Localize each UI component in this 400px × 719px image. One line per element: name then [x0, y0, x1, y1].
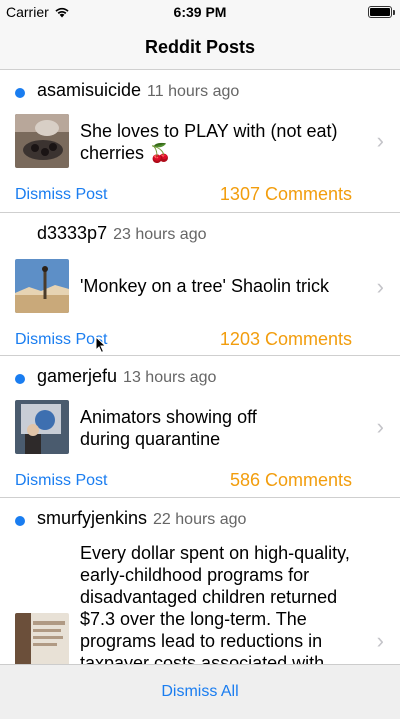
post-title: Animators showing off during quarantine	[80, 407, 257, 449]
post-time: 11 hours ago	[147, 83, 240, 100]
post-author: asamisuicide 11 hours ago	[37, 80, 239, 101]
post-thumbnail[interactable]	[15, 613, 69, 664]
post-cell[interactable]: gamerjefu 13 hours ago Animators showing …	[0, 356, 400, 498]
post-time: 22 hours ago	[153, 511, 247, 528]
chevron-right-icon: ›	[376, 128, 384, 153]
author-name: d3333p7	[37, 223, 108, 243]
thumbnail-image	[15, 259, 69, 313]
post-header: d3333p7 23 hours ago	[0, 213, 400, 257]
post-author: smurfyjenkins 22 hours ago	[37, 508, 246, 529]
bottom-toolbar: Dismiss All	[0, 664, 400, 719]
post-title: Every dollar spent on high-quality, earl…	[80, 543, 350, 664]
post-title: She loves to PLAY with (not eat) cherrie…	[80, 121, 338, 163]
thumbnail-image	[15, 613, 69, 664]
post-cell[interactable]: asamisuicide 11 hours ago She loves to PL…	[0, 70, 400, 213]
post-thumbnail[interactable]	[15, 114, 69, 168]
post-cell[interactable]: d3333p7 23 hours ago 'Monkey on a tree' S…	[0, 213, 400, 356]
dismiss-all-button[interactable]: Dismiss All	[0, 665, 400, 719]
thumbnail-image	[15, 400, 69, 454]
comments-count: 1307 Comments	[219, 184, 352, 204]
post-list[interactable]: asamisuicide 11 hours ago She loves to PL…	[0, 70, 400, 664]
status-time: 6:39 PM	[173, 4, 227, 20]
dismiss-post-button[interactable]: Dismiss Post	[15, 472, 107, 490]
author-name: asamisuicide	[37, 80, 142, 100]
mouse-cursor-icon	[95, 336, 107, 354]
dismiss-post-button[interactable]: Dismiss Post	[15, 331, 107, 349]
author-name: smurfyjenkins	[37, 508, 148, 528]
post-cell[interactable]: smurfyjenkins 22 hours ago Every dollar s…	[0, 498, 400, 664]
post-author: gamerjefu 13 hours ago	[37, 366, 216, 387]
post-header: asamisuicide 11 hours ago	[0, 70, 400, 114]
post-time: 13 hours ago	[123, 369, 217, 386]
post-thumbnail[interactable]	[15, 400, 69, 454]
unread-dot	[15, 374, 25, 384]
comments-count: 1203 Comments	[219, 329, 352, 349]
post-thumbnail[interactable]	[15, 259, 69, 313]
page-title: Reddit Posts	[144, 37, 255, 57]
comments-count: 586 Comments	[229, 470, 352, 490]
chevron-right-icon: ›	[376, 274, 384, 299]
unread-dot	[15, 516, 25, 526]
thumbnail-image	[15, 114, 69, 168]
post-header: gamerjefu 13 hours ago	[0, 356, 400, 400]
status-bar: Carrier 6:39 PM	[0, 0, 400, 24]
post-author: d3333p7 23 hours ago	[37, 223, 206, 244]
chevron-right-icon: ›	[376, 414, 384, 439]
navigation-bar: Reddit Posts	[0, 24, 400, 70]
post-time: 23 hours ago	[113, 226, 207, 243]
dismiss-post-button[interactable]: Dismiss Post	[15, 186, 107, 204]
post-title: 'Monkey on a tree' Shaolin trick	[80, 276, 329, 296]
author-name: gamerjefu	[37, 366, 118, 386]
chevron-right-icon: ›	[376, 628, 384, 653]
battery-icon	[368, 6, 395, 18]
unread-dot	[15, 88, 25, 98]
post-header: smurfyjenkins 22 hours ago	[0, 498, 400, 542]
